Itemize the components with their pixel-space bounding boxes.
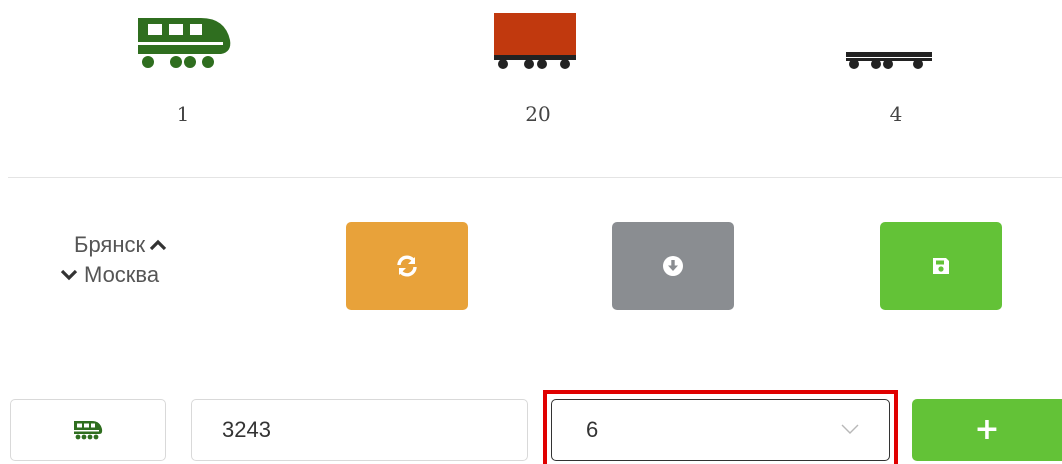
wagon-icon [494,13,576,69]
count-select-value: 6 [586,417,599,442]
add-button-label: + [974,412,1000,447]
locomotive-icon [138,18,231,68]
refresh-button[interactable] [346,222,468,310]
wagon-count: 20 [525,102,551,126]
chevron-down-icon [841,424,859,434]
download-icon [663,256,683,276]
route-from-label: Брянск [74,232,146,257]
section-divider [8,177,1062,178]
locomotive-count: 1 [176,102,190,126]
download-button[interactable] [612,222,734,310]
locomotive-icon [74,421,103,440]
chevron-down-icon[interactable] [60,268,78,282]
route-to-label: Москва [84,262,160,287]
route-to[interactable]: Москва [60,260,230,290]
save-icon [933,258,949,274]
train-number-input[interactable] [191,399,528,461]
route-selector: Брянск Москва [60,230,230,290]
vehicle-type-select[interactable] [10,399,166,461]
save-button[interactable] [880,222,1002,310]
chevron-up-icon[interactable] [149,238,167,252]
platform-icon [846,52,932,69]
refresh-icon [397,255,417,277]
add-button[interactable]: + [912,399,1062,461]
route-from[interactable]: Брянск [60,230,230,260]
count-select[interactable]: 6 [551,399,890,461]
platform-count: 4 [889,102,903,126]
